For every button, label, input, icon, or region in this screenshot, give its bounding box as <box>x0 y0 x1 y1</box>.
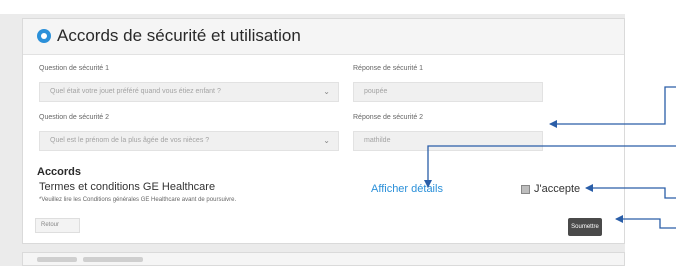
annotation-arrow-answers <box>549 86 676 128</box>
annotation-arrows <box>424 86 676 229</box>
annotation-arrow-details <box>424 145 676 188</box>
annotation-arrow-accept <box>585 184 676 199</box>
annotation-arrow-submit <box>615 215 676 229</box>
